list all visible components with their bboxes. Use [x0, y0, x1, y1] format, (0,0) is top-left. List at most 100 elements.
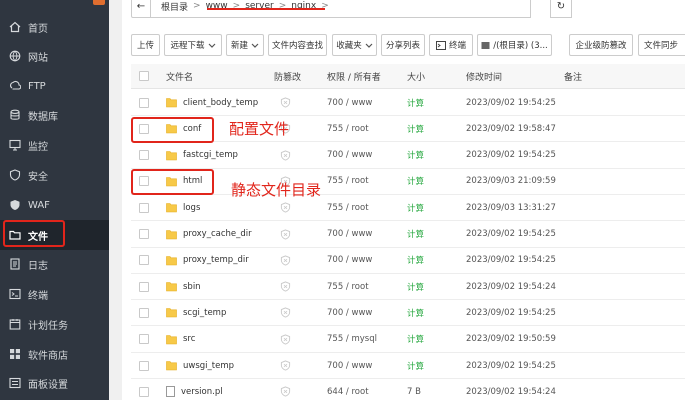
table-row[interactable]: uwsgi_temp 700 / www 计算 2023/09/02 19:54:25: [131, 353, 685, 379]
file-size[interactable]: 计算: [407, 169, 424, 194]
tamper-shield-icon[interactable]: [280, 255, 291, 266]
tamper-shield-icon[interactable]: [280, 228, 291, 240]
sidebar-item-home[interactable]: 首页: [0, 12, 109, 42]
header-remark: 备注: [564, 72, 583, 83]
sidebar-item-label: 计划任务: [28, 320, 68, 332]
table-row[interactable]: version.pl 644 / root 7 B 2023/09/02 19:54:…: [131, 379, 685, 400]
sidebar-item-calendar[interactable]: 计划任务: [0, 309, 109, 339]
disk-icon: [481, 41, 490, 49]
sidebar-item-terminal[interactable]: 终端: [0, 279, 109, 309]
content-search-button[interactable]: 文件内容查找: [268, 34, 327, 56]
header-perm[interactable]: 权限 / 所有者: [327, 64, 381, 88]
remote-download-button[interactable]: 远程下载: [164, 34, 222, 56]
row-checkbox[interactable]: [139, 360, 149, 371]
sidebar-item-ftp[interactable]: FTP: [0, 71, 109, 101]
file-size[interactable]: 计算: [407, 300, 424, 325]
sidebar-item-settings[interactable]: 面板设置: [0, 368, 109, 398]
file-perm[interactable]: 700 / www: [327, 222, 372, 247]
file-perm[interactable]: 755 / root: [327, 116, 369, 141]
file-name[interactable]: client_body_temp: [183, 98, 258, 108]
file-size[interactable]: 计算: [407, 195, 424, 220]
header-size[interactable]: 大小: [407, 64, 425, 88]
tamper-shield-icon[interactable]: [280, 281, 291, 292]
upload-button[interactable]: 上传: [131, 34, 160, 56]
file-name[interactable]: sbin: [183, 282, 201, 292]
file-size[interactable]: 计算: [407, 116, 424, 141]
refresh-button[interactable]: ↻: [550, 0, 572, 18]
table-row[interactable]: scgi_temp 700 / www 计算 2023/09/02 19:54:25: [131, 300, 685, 327]
table-row[interactable]: proxy_temp_dir 700 / www 计算 2023/09/02 19:5…: [131, 248, 685, 274]
sidebar-item-label: 面板设置: [28, 379, 68, 391]
file-size[interactable]: 计算: [407, 274, 424, 299]
file-size[interactable]: 计算: [407, 90, 424, 115]
sidebar-item-label: 终端: [28, 290, 48, 302]
tamper-shield-icon[interactable]: [280, 334, 291, 345]
row-checkbox[interactable]: [139, 202, 149, 213]
tamper-shield-icon[interactable]: [280, 307, 291, 318]
new-button[interactable]: 新建: [226, 34, 264, 56]
table-row[interactable]: fastcgi_temp 700 / www 计算 2023/09/02 19:54:…: [131, 143, 685, 169]
tamper-shield-icon[interactable]: [280, 97, 291, 108]
file-perm[interactable]: 700 / www: [327, 143, 372, 168]
file-name[interactable]: logs: [183, 203, 200, 213]
table-row[interactable]: proxy_cache_dir 700 / www 计算 2023/09/02 19:…: [131, 222, 685, 248]
file-perm[interactable]: 644 / root: [327, 379, 369, 400]
file-name[interactable]: uwsgi_temp: [183, 361, 234, 371]
tamper-shield-icon[interactable]: [280, 150, 291, 161]
row-checkbox[interactable]: [139, 97, 149, 108]
breadcrumb-root[interactable]: 根目录: [161, 0, 188, 13]
header-name[interactable]: 文件名: [166, 64, 193, 88]
table-row[interactable]: src 755 / mysql 计算 2023/09/02 19:50:59: [131, 327, 685, 353]
row-checkbox[interactable]: [139, 334, 149, 345]
sidebar-item-log[interactable]: 日志: [0, 249, 109, 279]
file-name[interactable]: src: [183, 334, 195, 344]
table-row[interactable]: conf 755 / root 计算 2023/09/02 19:58:47: [131, 116, 685, 143]
sidebar-item-database[interactable]: 数据库: [0, 100, 109, 130]
file-perm[interactable]: 700 / www: [327, 90, 372, 115]
sidebar-item-monitor[interactable]: 监控: [0, 130, 109, 160]
tamper-shield-icon[interactable]: [280, 202, 291, 213]
share-list-button[interactable]: 分享列表: [381, 34, 425, 56]
file-sync-button[interactable]: 文件同步: [638, 34, 685, 56]
sidebar-item-waf[interactable]: WAF: [0, 190, 109, 220]
header-mtime[interactable]: 修改时间: [466, 64, 502, 88]
enterprise-protect-button[interactable]: 企业级防篡改: [569, 34, 633, 56]
file-perm[interactable]: 755 / root: [327, 274, 369, 299]
file-name[interactable]: version.pl: [181, 387, 223, 397]
file-perm[interactable]: 755 / root: [327, 195, 369, 220]
file-name[interactable]: scgi_temp: [183, 308, 226, 318]
file-perm[interactable]: 700 / www: [327, 353, 372, 378]
table-row[interactable]: html 755 / root 计算 2023/09/03 21:09:59: [131, 169, 685, 195]
table-row[interactable]: sbin 755 / root 计算 2023/09/02 19:54:24: [131, 274, 685, 301]
back-button[interactable]: ←: [131, 0, 151, 18]
file-perm[interactable]: 700 / www: [327, 248, 372, 273]
file-size[interactable]: 计算: [407, 248, 424, 273]
row-checkbox[interactable]: [139, 229, 149, 239]
favorites-button[interactable]: 收藏夹: [332, 34, 377, 56]
select-all-checkbox[interactable]: [139, 71, 149, 81]
file-perm[interactable]: 755 / mysql: [327, 327, 377, 352]
file-name[interactable]: proxy_temp_dir: [183, 255, 249, 265]
row-checkbox[interactable]: [139, 150, 149, 161]
file-size[interactable]: 计算: [407, 222, 424, 247]
terminal-button[interactable]: 终端: [429, 34, 473, 56]
tamper-shield-icon[interactable]: [280, 386, 291, 397]
root-dir-button[interactable]: /(根目录) (3...: [477, 34, 552, 56]
row-checkbox[interactable]: [139, 307, 149, 318]
file-size[interactable]: 计算: [407, 353, 424, 378]
file-size[interactable]: 计算: [407, 327, 424, 352]
table-row[interactable]: logs 755 / root 计算 2023/09/03 13:31:27: [131, 195, 685, 222]
file-name[interactable]: fastcgi_temp: [183, 150, 238, 160]
sidebar-item-shield[interactable]: 安全: [0, 160, 109, 190]
file-perm[interactable]: 755 / root: [327, 169, 369, 194]
file-name[interactable]: proxy_cache_dir: [183, 229, 252, 239]
table-row[interactable]: client_body_temp 700 / www 计算 2023/09/02 19…: [131, 90, 685, 116]
sidebar-item-store[interactable]: 软件商店: [0, 339, 109, 369]
file-size[interactable]: 计算: [407, 143, 424, 168]
row-checkbox[interactable]: [139, 281, 149, 292]
sidebar-item-globe[interactable]: 网站: [0, 41, 109, 71]
tamper-shield-icon[interactable]: [280, 360, 291, 371]
row-checkbox[interactable]: [139, 386, 149, 397]
file-perm[interactable]: 700 / www: [327, 300, 372, 325]
row-checkbox[interactable]: [139, 255, 149, 266]
